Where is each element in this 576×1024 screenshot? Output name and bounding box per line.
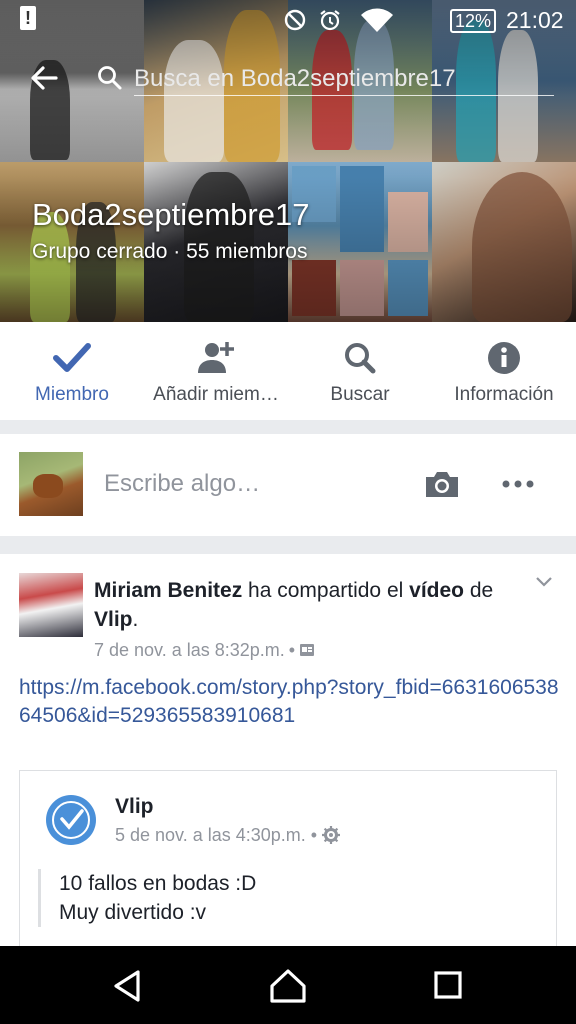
alarm-icon — [320, 10, 340, 31]
recents-nav-icon[interactable] — [428, 968, 468, 1004]
shared-line: 10 fallos en bodas :D — [59, 872, 257, 895]
shared-post-text: 10 fallos en bodas :D Muy divertido :v — [38, 869, 538, 927]
more-options-icon[interactable] — [500, 474, 536, 494]
group-action-bar: Miembro Añadir miem… Buscar Información — [0, 322, 576, 420]
group-cover-photo[interactable] — [0, 0, 576, 322]
vlip-check-icon — [52, 801, 90, 839]
post-action-text: ha compartido el — [242, 579, 410, 602]
shared-time-text: 5 de nov. a las 4:30p.m. — [115, 825, 306, 845]
shared-line: Muy divertido :v — [59, 901, 207, 924]
shared-author[interactable]: Vlip — [115, 793, 154, 821]
post-author[interactable]: Miriam Benitez — [94, 579, 242, 602]
do-not-disturb-icon — [284, 9, 306, 31]
gear-icon — [322, 826, 341, 844]
add-member-label: Añadir miem… — [153, 384, 279, 405]
add-member-button[interactable]: Añadir miem… — [144, 322, 288, 420]
battery-percent: 12% — [450, 9, 497, 33]
info-button[interactable]: Información — [432, 322, 576, 420]
separator-dot: • — [310, 825, 318, 845]
back-arrow-icon[interactable] — [28, 62, 60, 94]
info-icon — [488, 342, 520, 374]
post-timestamp[interactable]: 7 de nov. a las 8:32p.m. • — [94, 638, 315, 662]
avatar[interactable] — [19, 452, 83, 516]
avatar[interactable] — [19, 573, 83, 637]
battery-warning-icon — [20, 6, 36, 30]
status-clock: 21:02 — [506, 7, 564, 33]
post-period: . — [132, 608, 139, 631]
avatar[interactable] — [46, 795, 96, 845]
separator-dot: • — [288, 640, 296, 660]
member-button[interactable]: Miembro — [0, 322, 144, 420]
info-label: Información — [454, 384, 554, 405]
camera-icon[interactable] — [424, 468, 460, 500]
shared-timestamp[interactable]: 5 de nov. a las 4:30p.m. • — [115, 823, 341, 847]
group-name: Boda2septiembre17 — [32, 197, 310, 232]
post-of-text: de — [464, 579, 494, 602]
post-page[interactable]: Vlip — [94, 608, 133, 631]
group-search-input[interactable]: Busca en Boda2septiembre17 — [134, 62, 554, 96]
shared-post[interactable]: Vlip 5 de nov. a las 4:30p.m. • 10 fallos… — [19, 770, 557, 946]
chevron-down-icon[interactable] — [534, 574, 554, 590]
group-audience-icon — [300, 644, 315, 656]
search-icon — [345, 343, 376, 374]
post-object[interactable]: vídeo — [409, 579, 464, 602]
composer-input[interactable]: Escribe algo… — [104, 468, 260, 500]
status-bar: 12% 21:02 — [0, 0, 576, 40]
screen: 12% 21:02 Busca en Boda2septiembre17 Bod… — [0, 0, 576, 1024]
cover-shade — [0, 0, 576, 322]
post-header: Miriam Benitez ha compartido el vídeo de… — [94, 576, 524, 634]
post-time-text: 7 de nov. a las 8:32p.m. — [94, 640, 285, 660]
post-link[interactable]: https://m.facebook.com/story.php?story_f… — [19, 674, 559, 730]
wifi-icon — [361, 8, 393, 32]
check-icon — [53, 343, 91, 372]
group-meta[interactable]: Grupo cerrado · 55 miembros — [32, 238, 307, 266]
feed-post: Miriam Benitez ha compartido el vídeo de… — [0, 554, 576, 946]
search-label: Buscar — [330, 384, 390, 405]
navigation-bar — [0, 946, 576, 1024]
post-composer: Escribe algo… — [0, 434, 576, 536]
member-label: Miembro — [35, 384, 109, 405]
group-search-button[interactable]: Buscar — [288, 322, 432, 420]
search-icon — [98, 66, 122, 90]
back-nav-icon[interactable] — [108, 968, 148, 1004]
home-nav-icon[interactable] — [268, 968, 308, 1004]
add-member-icon — [198, 342, 234, 373]
